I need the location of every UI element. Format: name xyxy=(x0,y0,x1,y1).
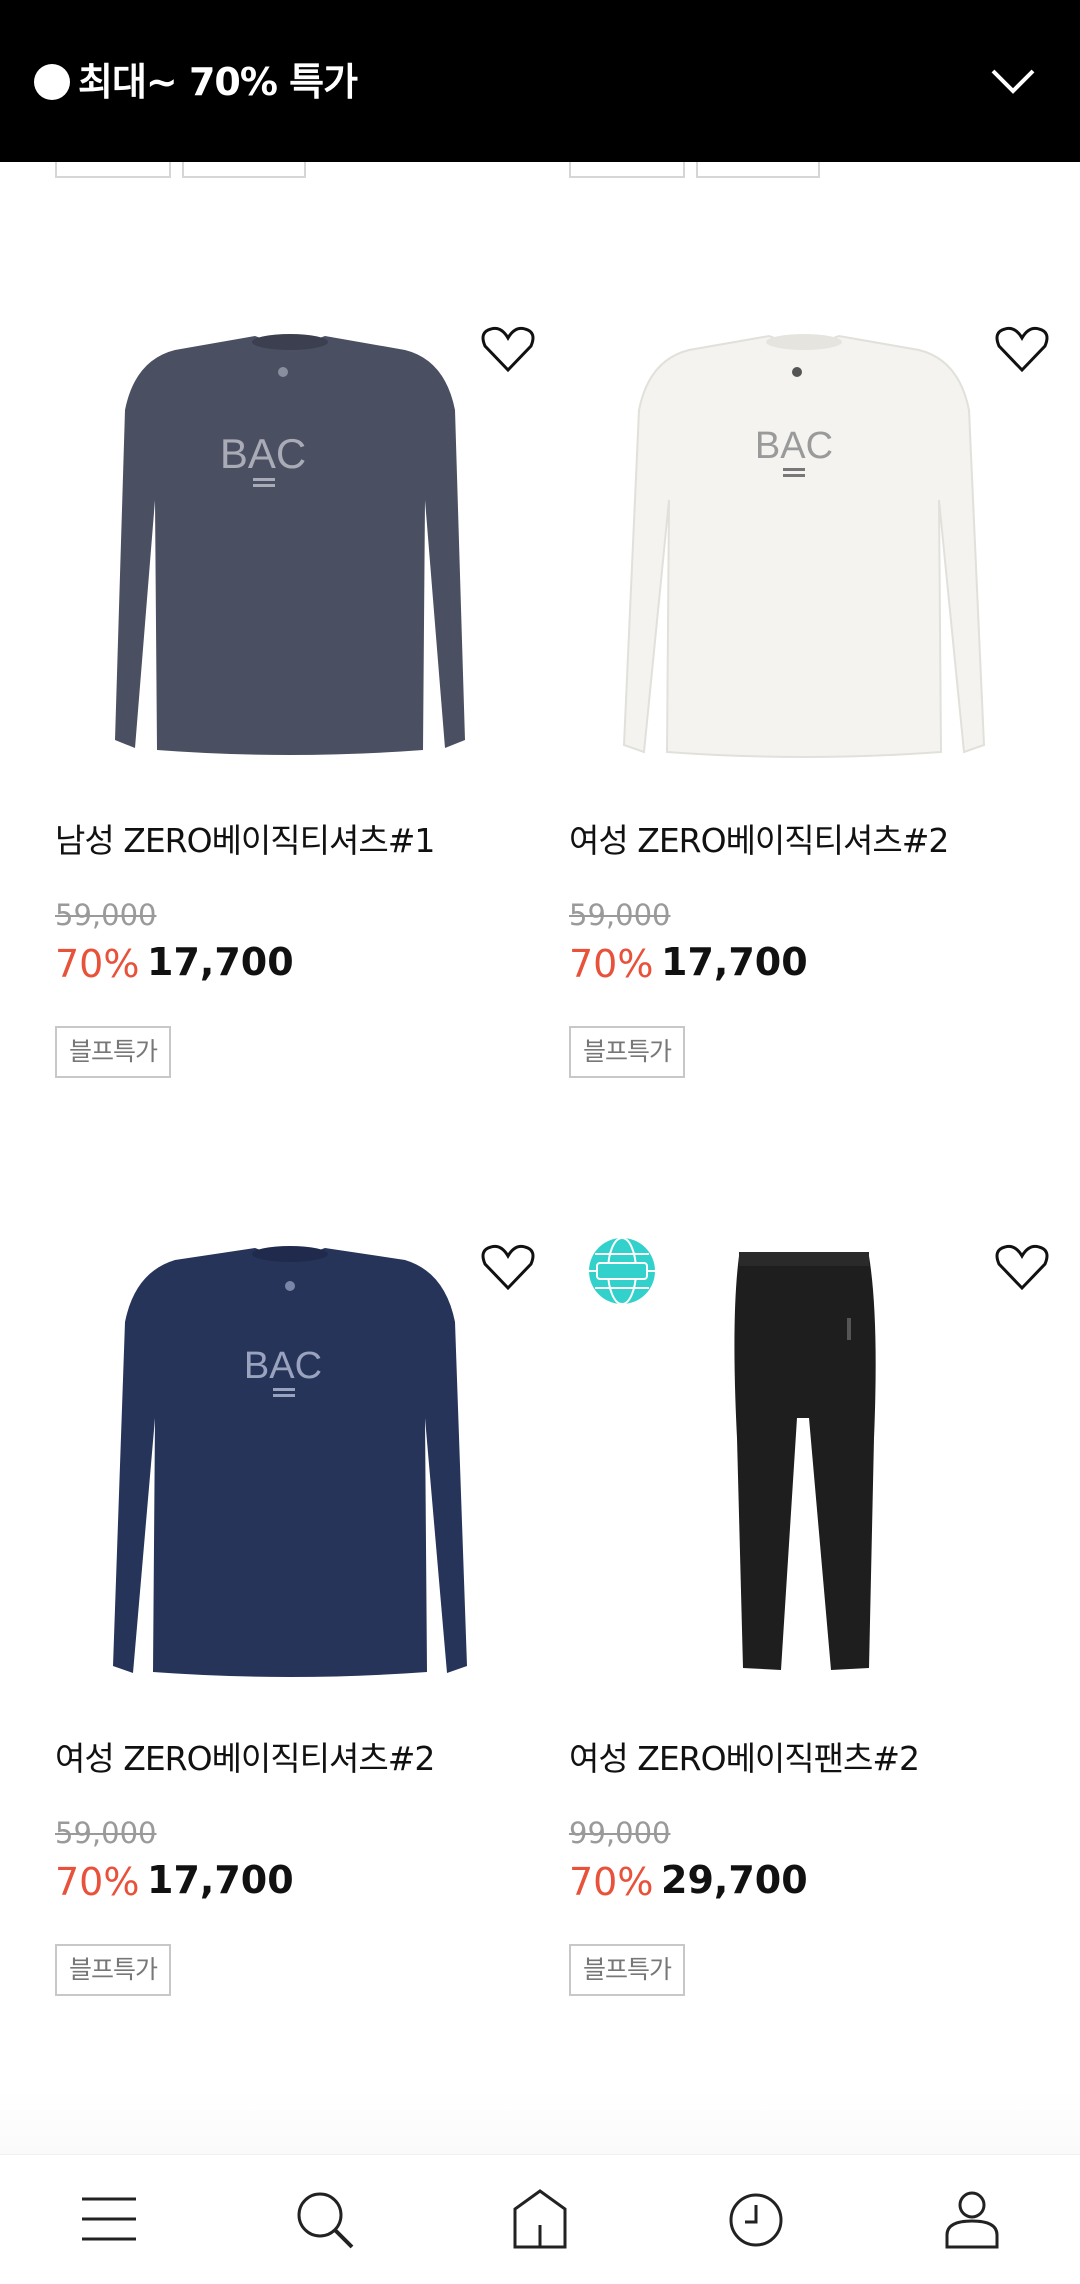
chevron-down-icon[interactable] xyxy=(990,66,1036,96)
original-price: 99,000 xyxy=(569,1816,671,1850)
promo-tag: 블프특가 xyxy=(55,1026,172,1078)
menu-icon[interactable] xyxy=(74,2185,144,2255)
product-name[interactable]: 여성 ZERO베이직티셔츠#2 xyxy=(569,814,949,862)
svg-text:BAC: BAC xyxy=(755,425,833,467)
product-image[interactable]: BAC xyxy=(55,1238,525,1708)
content-fade xyxy=(0,2090,1080,2154)
search-icon[interactable] xyxy=(290,2185,360,2255)
banner-title: 최대~ 70% 특가 xyxy=(78,60,358,104)
product-name[interactable]: 남성 ZERO베이직티셔츠#1 xyxy=(55,814,435,862)
discount-rate: 70% xyxy=(55,942,140,986)
home-icon[interactable] xyxy=(505,2185,575,2255)
banner-dot-icon xyxy=(34,64,70,100)
wishlist-heart-icon[interactable] xyxy=(993,1242,1051,1294)
promo-tag: 블프특가 xyxy=(569,1944,686,1996)
sale-price: 17,700 xyxy=(147,1858,294,1902)
wishlist-heart-icon[interactable] xyxy=(993,324,1051,376)
product-image[interactable]: BAC xyxy=(569,320,1039,790)
product-image[interactable]: BAC xyxy=(55,320,525,790)
discount-rate: 70% xyxy=(55,1860,140,1904)
original-price: 59,000 xyxy=(569,898,671,932)
discount-rate: 70% xyxy=(569,1860,654,1904)
my-page-icon[interactable] xyxy=(937,2185,1007,2255)
promo-tag: 블프특가 xyxy=(55,1944,172,1996)
wishlist-heart-icon[interactable] xyxy=(479,324,537,376)
sale-price: 29,700 xyxy=(661,1858,808,1902)
product-name[interactable]: 여성 ZERO베이직팬츠#2 xyxy=(569,1732,920,1780)
svg-text:BAC: BAC xyxy=(244,1345,322,1387)
original-price: 59,000 xyxy=(55,1816,157,1850)
product-image[interactable] xyxy=(569,1238,1039,1708)
original-price: 59,000 xyxy=(55,898,157,932)
wishlist-heart-icon[interactable] xyxy=(479,1242,537,1294)
recent-clock-icon[interactable] xyxy=(721,2185,791,2255)
bottom-navigation xyxy=(0,2154,1080,2284)
svg-text:BAC: BAC xyxy=(220,430,306,477)
promo-banner[interactable]: 최대~ 70% 특가 xyxy=(0,0,1080,162)
sale-price: 17,700 xyxy=(147,940,294,984)
plus-globe-badge-icon xyxy=(589,1237,655,1305)
sale-price: 17,700 xyxy=(661,940,808,984)
promo-tag: 블프특가 xyxy=(569,1026,686,1078)
discount-rate: 70% xyxy=(569,942,654,986)
product-name[interactable]: 여성 ZERO베이직티셔츠#2 xyxy=(55,1732,435,1780)
